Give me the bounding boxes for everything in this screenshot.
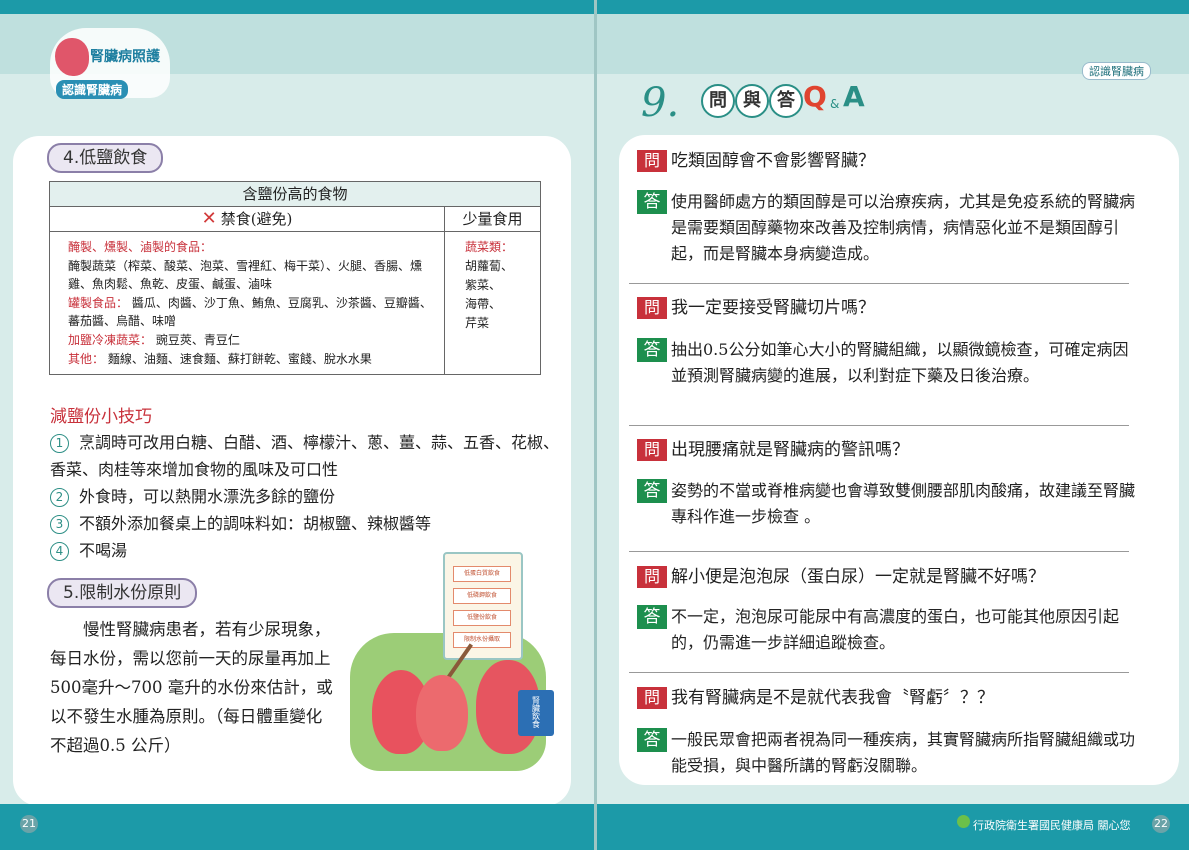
divider [629,425,1129,426]
heading-q: Q [803,80,827,113]
answer-label: 答 [637,605,667,629]
small-item: 海帶、 [465,297,502,311]
top-bar [0,0,594,14]
health-bureau-logo-icon [957,815,970,828]
question-label: 問 [637,297,667,319]
salt-tips-title: 減鹽份小技巧 [50,407,152,427]
heading-amp: & [830,97,840,111]
bottom-bar [0,804,594,850]
right-page: 認識腎臟病 9. 問 與 答 Q & A 問吃類固醇會不會影響腎臟？ 答 使用醫… [597,0,1189,850]
category-items: 醃製蔬菜（榨菜、酸菜、泡菜、雪裡紅、梅干菜）、火腿、香腸、燻雞、魚肉鬆、魚乾、皮… [68,258,423,292]
heading-char-badge: 問 [701,84,735,118]
water-limit-text: 慢性腎臟病患者，若有少尿現象，每日水份，需以您前一天的尿量再加上500毫升～70… [50,620,333,755]
top-bar [597,0,1189,14]
tip-text: 不喝湯 [79,541,128,560]
forbidden-label: 禁食(避免) [220,210,293,228]
page-number: 21 [20,815,38,833]
tip-item: 3 不額外添加餐桌上的調味料如：胡椒鹽、辣椒醬等 [50,510,570,537]
question-text: 我有腎臟病是不是就代表我會〝腎虧〞？？ [671,688,994,708]
cross-icon: ✕ [201,208,217,229]
question-text: 吃類固醇會不會影響腎臟？ [671,151,875,171]
section-4-title: 4.低鹽飲食 [47,143,164,173]
logo-subtitle: 認識腎臟病 [56,80,129,99]
tip-item: 1 烹調時可改用白糖、白醋、酒、檸檬汁、蔥、薑、蒜、五香、花椒、香菜、肉桂等來增加… [50,429,570,483]
category-items: 麵線、油麵、速食麵、蘇打餅乾、蜜餞、脫水水果 [107,351,372,366]
small-amount-column-header: 少量食用 [444,206,541,232]
question-label: 問 [637,687,667,709]
table-header: 含鹽份高的食物 [49,181,541,207]
answer-text: 使用醫師處方的類固醇是可以治療疾病，尤其是免疫系統的腎臟病是需要類固醇藥物來改善… [671,192,1136,263]
tip-number: 4 [50,542,69,561]
small-amount-cell: 蔬菜類： 胡蘿蔔、 紫菜、 海帶、 芹菜 [444,230,541,376]
question-label: 問 [637,150,667,172]
tip-number: 3 [50,515,69,534]
question-text: 解小便是泡泡尿（蛋白尿）一定就是腎臟不好嗎？ [671,567,1045,587]
scroll-item: 低磷鉀飲食 [453,588,511,604]
question-label: 問 [637,439,667,461]
small-category-label: 蔬菜類： [465,240,514,254]
book-icon: 腎臟飲食 [518,690,554,736]
scroll-item: 低鹽份飲食 [453,610,511,626]
kidney-mascot-icon [55,38,89,76]
small-item: 胡蘿蔔、 [465,259,514,273]
section-5-title: 5.限制水份原則 [47,578,198,608]
question-5: 問我有腎臟病是不是就代表我會〝腎虧〞？？ [637,687,994,709]
footer-text: 行政院衛生署國民健康局 關心您 [973,819,1131,832]
tip-text: 外食時，可以熱開水漂洗多餘的鹽份 [79,487,336,506]
question-text: 我一定要接受腎臟切片嗎？ [671,298,875,318]
heading-a: A [843,80,865,113]
heading-char-badge: 答 [769,84,803,118]
small-item: 芹菜 [465,316,490,330]
category-label: 罐製食品： [68,295,129,310]
water-limit-paragraph: 慢性腎臟病患者，若有少尿現象，每日水份，需以您前一天的尿量再加上500毫升～70… [50,615,335,760]
forbidden-cell: 醃製、燻製、滷製的食品： 醃製蔬菜（榨菜、酸菜、泡菜、雪裡紅、梅干菜）、火腿、香… [49,230,445,376]
left-page: 腎臟病照護 認識腎臟病 4.低鹽飲食 含鹽份高的食物 ✕ 禁食(避免) 少量食用 … [0,0,594,850]
tip-item: 2 外食時，可以熱開水漂洗多餘的鹽份 [50,483,570,510]
answer-text: 姿勢的不當或脊椎病變也會導致雙側腰部肌肉酸痛，故建議至腎臟專科作進一步檢查 。 [671,481,1136,526]
kidney-character-icon [416,675,468,751]
tip-text: 不額外添加餐桌上的調味料如：胡椒鹽、辣椒醬等 [79,514,432,533]
diet-chart-scroll: 低蛋白質飲食 低磷鉀飲食 低鹽份飲食 限制水份攝取 [443,552,523,660]
forbidden-column-header: ✕ 禁食(避免) [49,206,445,232]
question-text: 出現腰痛就是腎臟病的警訊嗎？ [671,440,909,460]
answer-text: 一般民眾會把兩者視為同一種疾病，其實腎臟病所指腎臟組織或功能受損，與中醫所講的腎… [671,730,1136,775]
category-label: 醃製、燻製、滷製的食品： [68,240,213,254]
divider [629,283,1129,284]
small-item: 紫菜、 [465,278,502,292]
heading-char-badge: 與 [735,84,769,118]
answer-label: 答 [637,338,667,362]
question-2: 問我一定要接受腎臟切片嗎？ [637,297,875,319]
scroll-item: 低蛋白質飲食 [453,566,511,582]
section-tag: 認識腎臟病 [1082,62,1151,80]
salty-food-table: 含鹽份高的食物 ✕ 禁食(避免) 少量食用 醃製、燻製、滷製的食品： 醃製蔬菜（榨… [49,181,541,376]
divider [629,672,1129,673]
tip-number: 2 [50,488,69,507]
answer-text: 抽出0.5公分如筆心大小的腎臟組織，以顯微鏡檢查，可確定病因並預測腎臟病變的進展… [671,340,1129,385]
question-label: 問 [637,566,667,588]
book-label: 腎臟飲食 [531,696,541,728]
question-3: 問出現腰痛就是腎臟病的警訊嗎？ [637,439,909,461]
answer-label: 答 [637,190,667,214]
answer-label: 答 [637,728,667,752]
answer-text: 不一定，泡泡尿可能尿中有高濃度的蛋白，也可能其他原因引起的，仍需進一步詳細追蹤檢… [671,607,1120,652]
answer-label: 答 [637,479,667,503]
tip-text: 烹調時可改用白糖、白醋、酒、檸檬汁、蔥、薑、蒜、五香、花椒、香菜、肉桂等來增加食… [50,433,560,479]
question-4: 問解小便是泡泡尿（蛋白尿）一定就是腎臟不好嗎？ [637,566,1045,588]
divider [629,551,1129,552]
category-items: 豌豆莢、青豆仁 [155,332,240,347]
tip-number: 1 [50,434,69,453]
category-label: 加鹽冷凍蔬菜： [68,332,153,347]
logo-title: 腎臟病照護 [90,49,160,65]
scroll-item: 限制水份攝取 [453,632,511,648]
page-number: 22 [1152,815,1170,833]
category-label: 其他： [68,351,105,366]
heading-number: 9. [641,80,680,126]
question-1: 問吃類固醇會不會影響腎臟？ [637,150,875,172]
